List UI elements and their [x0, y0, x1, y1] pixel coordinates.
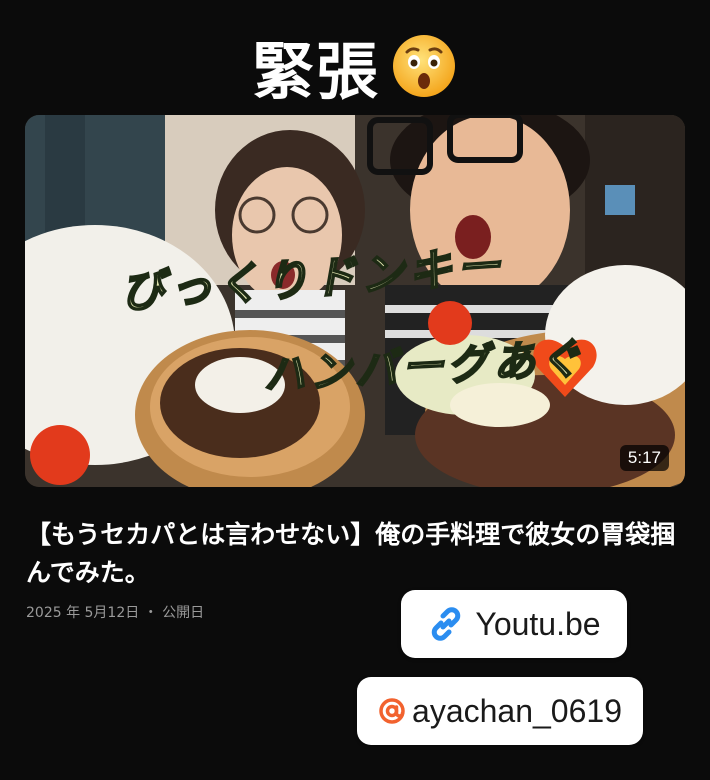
- header-title: 緊張: [251, 35, 380, 108]
- threads-at-icon: [378, 697, 406, 725]
- mention-sticker-label: ayachan_0619: [412, 692, 622, 729]
- link-icon: [427, 605, 465, 643]
- video-duration-badge: 5:17: [619, 445, 669, 471]
- mention-sticker[interactable]: ayachan_0619: [357, 677, 643, 745]
- link-sticker[interactable]: Youtu.be: [401, 590, 627, 658]
- astonished-face-icon: [390, 32, 458, 100]
- video-thumbnail[interactable]: びっくりドンキー ハンバーグあぐ 5:17: [25, 115, 685, 487]
- video-title[interactable]: 【もうセカパとは言わせない】俺の手料理で彼女の胃袋掴んでみた。: [26, 516, 686, 592]
- story-header: 緊張: [0, 22, 710, 110]
- video-publish-date: 2025 年 5月12日 ・ 公開日: [26, 605, 205, 621]
- link-sticker-label: Youtu.be: [475, 605, 601, 642]
